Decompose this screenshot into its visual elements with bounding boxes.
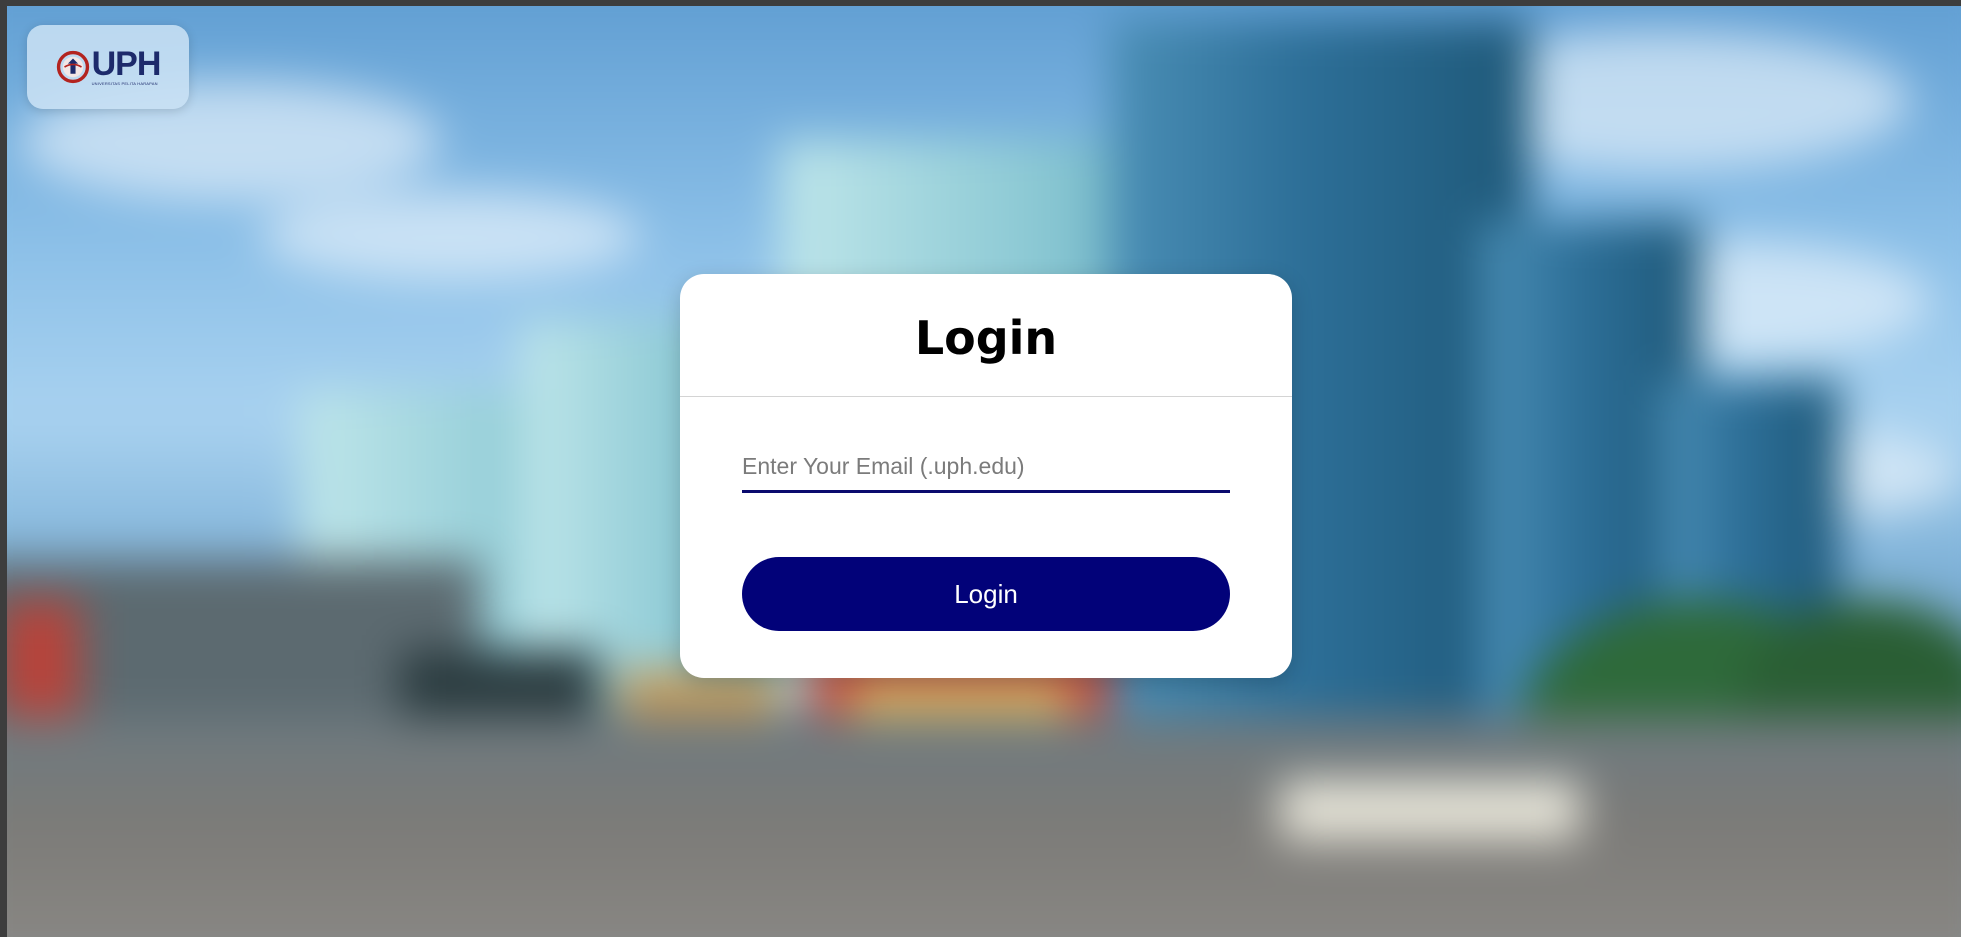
window-frame-left	[0, 0, 7, 937]
email-input[interactable]	[742, 442, 1230, 490]
login-page: UPH UNIVERSITAS PELITA HARAPAN Login Log…	[0, 0, 1961, 937]
login-card: Login Login	[680, 274, 1292, 678]
logo-badge[interactable]: UPH UNIVERSITAS PELITA HARAPAN	[27, 25, 189, 109]
login-divider	[680, 396, 1292, 397]
window-frame-top	[0, 0, 1961, 6]
email-field-container	[742, 442, 1230, 493]
login-title: Login	[914, 311, 1058, 365]
login-button[interactable]: Login	[742, 557, 1230, 631]
logo-subtitle: UNIVERSITAS PELITA HARAPAN	[91, 81, 158, 86]
uph-emblem-icon	[56, 50, 89, 84]
logo: UPH UNIVERSITAS PELITA HARAPAN	[56, 45, 162, 86]
logo-wordmark: UPH	[91, 45, 162, 83]
